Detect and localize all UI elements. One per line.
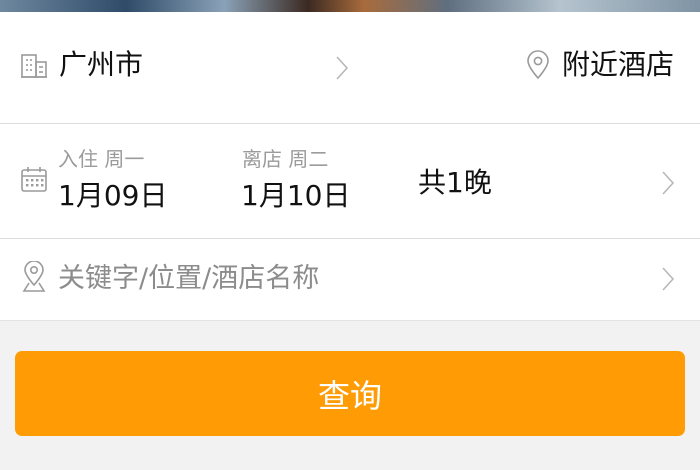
city-name[interactable]: 广州市 (59, 48, 143, 82)
date-row[interactable]: 入住 周一 1月09日 离店 周二 1月10日 共1晚 (0, 124, 700, 238)
search-button[interactable]: 查询 (15, 351, 685, 436)
location-pin-icon (22, 261, 46, 293)
keyword-row[interactable] (0, 239, 700, 320)
location-pin-icon[interactable] (524, 50, 552, 80)
chevron-right-icon (660, 265, 676, 293)
hero-image-strip (0, 0, 700, 12)
checkin-label: 入住 周一 (58, 147, 145, 171)
city-row[interactable]: 广州市 附近酒店 (0, 12, 700, 123)
nearby-hotels-link[interactable]: 附近酒店 (562, 48, 674, 82)
chevron-right-icon (334, 54, 350, 82)
checkout-label: 离店 周二 (242, 147, 329, 171)
calendar-icon (20, 165, 48, 193)
checkout-date[interactable]: 1月10日 (241, 179, 350, 213)
keyword-search-input[interactable] (58, 260, 618, 296)
checkin-date[interactable]: 1月09日 (58, 179, 167, 213)
nights-count: 共1晚 (418, 166, 492, 199)
divider (0, 320, 700, 321)
chevron-right-icon (660, 169, 676, 197)
building-icon (20, 52, 48, 80)
